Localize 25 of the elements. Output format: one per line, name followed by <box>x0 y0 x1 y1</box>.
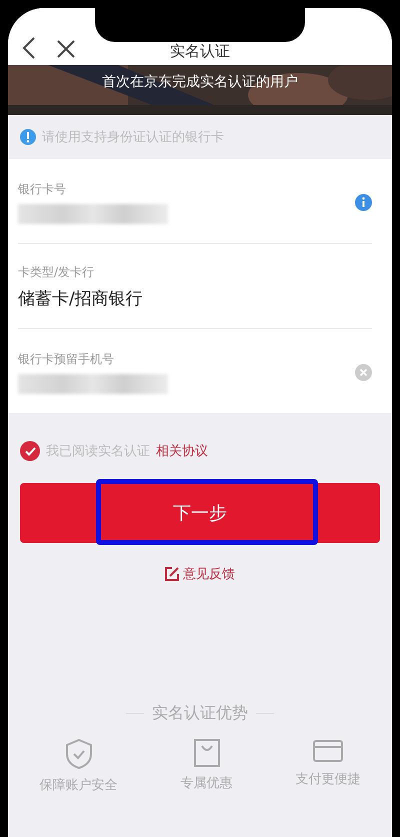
alert-icon <box>20 129 36 145</box>
feedback-link[interactable]: 意见反馈 <box>165 565 235 583</box>
advantage-label: 专属优惠 <box>180 775 232 792</box>
back-icon[interactable] <box>22 37 36 59</box>
agreement-text: 我已阅读实名认证 <box>46 443 150 460</box>
banner-text: 首次在京东完成实名认证的用户 <box>102 73 298 91</box>
field-label: 银行卡号 <box>18 180 67 198</box>
close-icon[interactable] <box>56 39 76 59</box>
field-label: 银行卡预留手机号 <box>18 350 115 368</box>
agreement-link[interactable]: 相关协议 <box>156 442 208 460</box>
shield-icon <box>64 738 94 770</box>
agree-checkbox[interactable] <box>20 441 40 461</box>
section-title: 实名认证优势 <box>152 703 248 724</box>
field-value[interactable]: 储蓄卡/招商银行 <box>18 287 372 310</box>
edit-icon <box>165 567 179 581</box>
advantage-label: 保障账户安全 <box>40 777 118 794</box>
notice-text: 请使用支持身份证认证的银行卡 <box>42 129 224 146</box>
info-icon[interactable] <box>355 194 372 210</box>
advantage-label: 支付更便捷 <box>296 771 360 788</box>
card-icon <box>312 738 344 764</box>
checkmark-icon <box>24 446 36 456</box>
next-button[interactable]: 下一步 <box>20 483 380 543</box>
bag-icon <box>192 738 220 768</box>
page-title: 实名认证 <box>170 42 230 61</box>
field-label: 卡类型/发卡行 <box>18 264 96 281</box>
